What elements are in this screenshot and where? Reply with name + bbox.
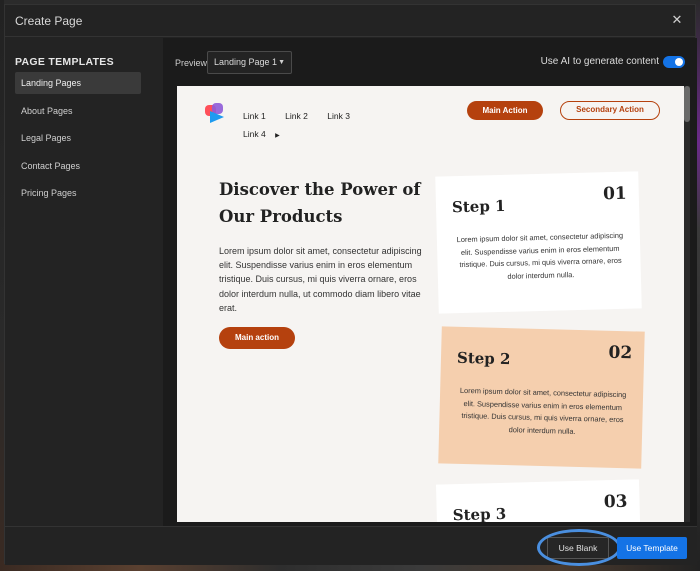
sidebar-item-legal-pages[interactable]: Legal Pages	[15, 127, 141, 149]
step-number: 03	[603, 491, 628, 513]
brand-logo-icon	[205, 103, 224, 123]
scrollbar-thumb[interactable]	[684, 86, 690, 122]
sidebar-heading: PAGE TEMPLATES	[15, 56, 114, 68]
preview-select-value: Landing Page 1	[214, 57, 278, 67]
page-templates-sidebar: PAGE TEMPLATES Landing Pages About Pages…	[5, 38, 163, 526]
nav-link-2[interactable]: Link 2	[285, 111, 308, 121]
preview-toolbar: Preview Landing Page 1 ▼ Use AI to gener…	[163, 38, 697, 84]
preview-template-select[interactable]: Landing Page 1 ▼	[207, 51, 292, 74]
nav-link-3[interactable]: Link 3	[327, 111, 350, 121]
create-page-dialog: Create Page ✕ PAGE TEMPLATES Landing Pag…	[4, 4, 697, 566]
nav-link-1[interactable]: Link 1	[243, 111, 266, 121]
dialog-footer: Use Blank Use Template	[5, 526, 697, 566]
chevron-down-icon: ▼	[278, 59, 285, 66]
step-body: Lorem ipsum dolor sit amet, consectetur …	[459, 385, 627, 436]
close-icon[interactable]: ✕	[669, 12, 685, 28]
hero-main-action-button[interactable]: Main action	[219, 327, 295, 349]
caret-right-icon: ▶	[275, 133, 280, 139]
step-number: 01	[602, 183, 628, 205]
dialog-title: Create Page	[15, 14, 83, 28]
step-body: Lorem ipsum dolor sit amet, consectetur …	[456, 230, 624, 281]
use-template-button[interactable]: Use Template	[617, 537, 687, 559]
step-title: Step 3	[452, 504, 507, 522]
sidebar-item-about-pages[interactable]: About Pages	[15, 100, 141, 122]
step-number: 02	[608, 342, 633, 364]
toggle-knob	[675, 58, 683, 66]
sidebar-item-landing-pages[interactable]: Landing Pages	[15, 72, 141, 94]
nav-link-4[interactable]: Link 4	[243, 129, 266, 139]
step-card-2: Step 2 02 Lorem ipsum dolor sit amet, co…	[438, 326, 645, 469]
preview-scrollbar[interactable]	[684, 86, 690, 522]
sidebar-item-pricing-pages[interactable]: Pricing Pages	[15, 182, 141, 204]
template-preview-area: Preview Landing Page 1 ▼ Use AI to gener…	[163, 38, 697, 526]
preview-main-action-button[interactable]: Main Action	[467, 101, 543, 120]
hero-body: Lorem ipsum dolor sit amet, consectetur …	[219, 246, 422, 313]
step-card-3: Step 3 03	[435, 479, 642, 522]
preview-secondary-action-button[interactable]: Secondary Action	[560, 101, 660, 120]
template-preview-canvas: Link 1 Link 2 Link 3 Link 4 ▶ Main Actio…	[177, 86, 684, 522]
ai-content-label: Use AI to generate content	[540, 56, 659, 67]
highlight-circle-annotation	[537, 529, 621, 566]
step-title: Step 1	[451, 196, 506, 217]
preview-nav: Link 1 Link 2 Link 3 Link 4 ▶	[243, 106, 406, 139]
step-card-1: Step 1 01 Lorem ipsum dolor sit amet, co…	[435, 171, 642, 314]
ai-content-toggle[interactable]	[663, 56, 685, 68]
preview-label: Preview	[175, 58, 208, 68]
step-title: Step 2	[456, 348, 511, 369]
sidebar-item-contact-pages[interactable]: Contact Pages	[15, 155, 141, 177]
dialog-header: Create Page ✕	[5, 5, 695, 37]
hero-title: Discover the Power of Our Products	[219, 180, 421, 226]
sidebar-list: Landing Pages About Pages Legal Pages Co…	[15, 72, 141, 210]
